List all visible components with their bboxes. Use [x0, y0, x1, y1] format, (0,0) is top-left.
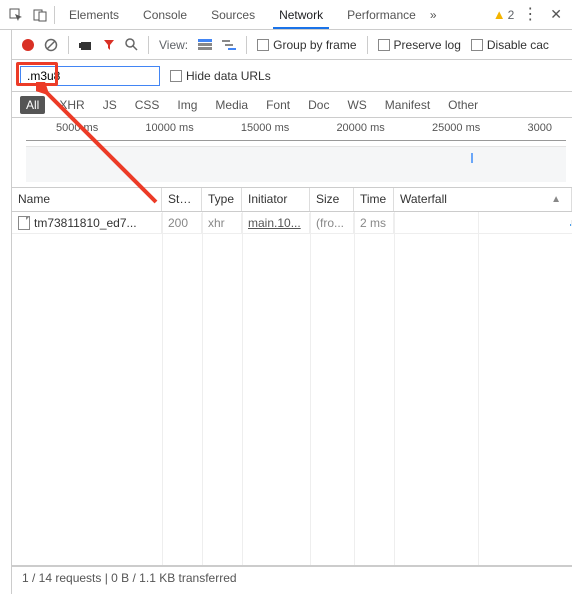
divider: [148, 36, 149, 54]
type-tab-font[interactable]: Font: [262, 96, 294, 114]
sort-asc-icon: ▲: [551, 194, 561, 205]
type-tab-all[interactable]: All: [20, 96, 45, 114]
tab-performance[interactable]: Performance: [337, 2, 426, 28]
type-tab-ws[interactable]: WS: [343, 96, 370, 114]
screenshot-icon[interactable]: [79, 39, 93, 51]
timeline-tick: 5000 ms: [56, 122, 98, 134]
left-gutter: [0, 30, 12, 594]
timeline-tick: 20000 ms: [336, 122, 384, 134]
request-type-tabs: All XHR JS CSS Img Media Font Doc WS Man…: [12, 92, 572, 118]
table-row[interactable]: tm73811810_ed7... 200 xhr main.10... (fr…: [12, 212, 572, 234]
type-tab-js[interactable]: JS: [99, 96, 121, 114]
large-rows-icon[interactable]: [198, 39, 212, 51]
checkbox-icon: [378, 39, 390, 51]
disable-cache-label: Disable cac: [487, 38, 549, 52]
type-tab-img[interactable]: Img: [173, 96, 201, 114]
network-toolbar: View: Group by frame Preserve log Disabl…: [12, 30, 572, 60]
timeline-tick: 25000 ms: [432, 122, 480, 134]
search-icon[interactable]: [125, 38, 138, 51]
cell-type: xhr: [202, 213, 242, 233]
more-tabs-icon[interactable]: »: [430, 8, 437, 22]
col-size[interactable]: Size: [310, 188, 354, 211]
col-time[interactable]: Time: [354, 188, 394, 211]
devtools-tab-bar: Elements Console Sources Network Perform…: [0, 0, 572, 30]
type-tab-css[interactable]: CSS: [131, 96, 164, 114]
close-icon[interactable]: ✕: [546, 6, 566, 23]
cell-size: (fro...: [310, 213, 354, 233]
timeline-tick: 3000: [527, 122, 551, 134]
col-initiator[interactable]: Initiator: [242, 188, 310, 211]
status-bar: 1 / 14 requests | 0 B / 1.1 KB transferr…: [12, 566, 572, 588]
filter-bar: Hide data URLs: [12, 60, 572, 92]
settings-menu-icon[interactable]: ⋮: [518, 7, 542, 23]
hide-data-urls-label: Hide data URLs: [186, 69, 271, 83]
type-tab-media[interactable]: Media: [211, 96, 252, 114]
warning-badge[interactable]: ▲ 2: [493, 7, 515, 22]
tab-sources[interactable]: Sources: [201, 2, 265, 28]
filter-icon[interactable]: [103, 39, 115, 51]
record-icon[interactable]: [22, 39, 34, 51]
checkbox-icon: [471, 39, 483, 51]
requests-grid: Name Stat... Type Initiator Size Time Wa…: [12, 188, 572, 566]
cell-initiator: main.10...: [242, 213, 310, 233]
timeline-request-bar: [471, 153, 473, 163]
cell-waterfall: [394, 220, 572, 226]
hide-data-urls-checkbox[interactable]: Hide data URLs: [170, 69, 271, 83]
filter-input[interactable]: [20, 66, 160, 86]
file-icon: [18, 216, 30, 230]
grid-body: tm73811810_ed7... 200 xhr main.10... (fr…: [12, 212, 572, 566]
tab-console[interactable]: Console: [133, 2, 197, 28]
preserve-log-checkbox[interactable]: Preserve log: [378, 38, 461, 52]
timeline-tick: 10000 ms: [145, 122, 193, 134]
timeline-tick: 15000 ms: [241, 122, 289, 134]
cell-name: tm73811810_ed7...: [12, 213, 162, 233]
checkbox-icon: [170, 70, 182, 82]
type-tab-doc[interactable]: Doc: [304, 96, 333, 114]
divider: [54, 6, 55, 24]
group-by-frame-checkbox[interactable]: Group by frame: [257, 38, 356, 52]
warning-count: 2: [508, 8, 515, 22]
divider: [68, 36, 69, 54]
timeline-baseline: [26, 140, 566, 141]
status-text: 1 / 14 requests | 0 B / 1.1 KB transferr…: [22, 571, 237, 585]
tab-elements[interactable]: Elements: [59, 2, 129, 28]
type-tab-other[interactable]: Other: [444, 96, 482, 114]
col-waterfall[interactable]: Waterfall ▲: [394, 188, 572, 211]
timeline-mini: [26, 146, 566, 182]
timeline-overview[interactable]: 5000 ms 10000 ms 15000 ms 20000 ms 25000…: [12, 118, 572, 188]
type-tab-xhr[interactable]: XHR: [55, 96, 88, 114]
tab-network[interactable]: Network: [269, 2, 333, 28]
device-toggle-icon[interactable]: [30, 5, 50, 25]
col-type[interactable]: Type: [202, 188, 242, 211]
warning-icon: ▲: [493, 7, 506, 22]
type-tab-manifest[interactable]: Manifest: [381, 96, 434, 114]
col-name[interactable]: Name: [12, 188, 162, 211]
clear-icon[interactable]: [44, 38, 58, 52]
checkbox-icon: [257, 39, 269, 51]
group-by-frame-label: Group by frame: [273, 38, 356, 52]
cell-status: 200: [162, 213, 202, 233]
waterfall-view-icon[interactable]: [222, 39, 236, 51]
divider: [246, 36, 247, 54]
preserve-log-label: Preserve log: [394, 38, 461, 52]
disable-cache-checkbox[interactable]: Disable cac: [471, 38, 549, 52]
view-label: View:: [159, 38, 188, 52]
cell-time: 2 ms: [354, 213, 394, 233]
divider: [367, 36, 368, 54]
grid-header: Name Stat... Type Initiator Size Time Wa…: [12, 188, 572, 212]
inspect-icon[interactable]: [6, 5, 26, 25]
col-status[interactable]: Stat...: [162, 188, 202, 211]
